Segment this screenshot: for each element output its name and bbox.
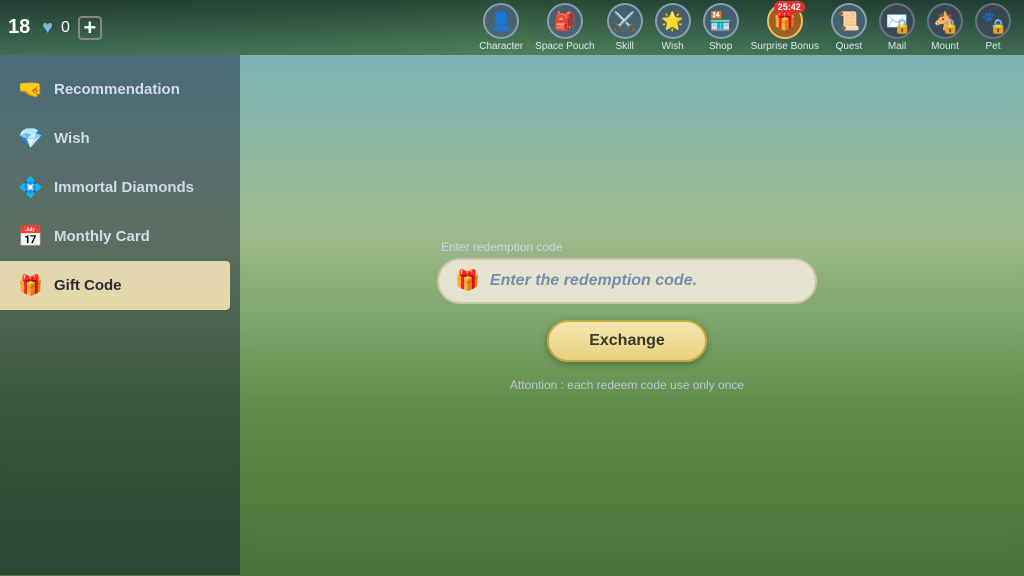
sidebar-item-immortal-diamonds[interactable]: 💠 Immortal Diamonds [0, 163, 230, 212]
main-content-area: Enter redemption code 🎁 Exchange Attonti… [230, 55, 1024, 576]
quest-icon: 📜 [831, 3, 867, 39]
exchange-button[interactable]: Exchange [547, 320, 707, 362]
top-hud: 18 ♥ 0 + 👤 Character 🎒 Space Pouch ⚔️ Sk… [0, 0, 1024, 55]
gift-code-nav-icon: 🎁 [18, 273, 42, 298]
hud-wish-button[interactable]: 🌟 Wish [650, 1, 696, 54]
sidebar-item-wish[interactable]: 💎 Wish [0, 114, 230, 163]
redemption-code-label: Enter redemption code [441, 240, 562, 254]
immortal-diamonds-label: Immortal Diamonds [54, 179, 194, 196]
attention-notice: Attontion : each redeem code use only on… [510, 378, 744, 392]
hud-skill-button[interactable]: ⚔️ Skill [602, 1, 648, 54]
surprise-bonus-timer: 25:42 [774, 1, 805, 13]
wish-nav-label: Wish [54, 130, 90, 147]
pet-icon: 🐾 🔒 [975, 3, 1011, 39]
redemption-input-container: Enter redemption code 🎁 [437, 240, 817, 304]
skill-label: Skill [615, 41, 633, 52]
mount-label: Mount [931, 41, 959, 52]
player-level: 18 [8, 16, 30, 39]
mount-icon: 🐴 🔒 [927, 3, 963, 39]
pet-lock-icon: 🔒 [990, 18, 1007, 35]
hud-surprise-bonus-button[interactable]: 🎁 25:42 Surprise Bonus [746, 1, 824, 54]
recommendation-label: Recommendation [54, 81, 180, 98]
recommendation-icon: 🤜 [18, 77, 42, 102]
gift-input-icon: 🎁 [455, 268, 480, 293]
hud-space-pouch-button[interactable]: 🎒 Space Pouch [530, 1, 600, 54]
heart-count: 0 [61, 19, 70, 37]
shop-icon: 🏪 [703, 3, 739, 39]
quest-label: Quest [836, 41, 863, 52]
hud-mail-button[interactable]: ✉️ 🔒 Mail [874, 1, 920, 54]
hud-icon-bar: 👤 Character 🎒 Space Pouch ⚔️ Skill 🌟 Wis… [474, 1, 1016, 54]
monthly-card-icon: 📅 [18, 224, 42, 249]
mail-icon: ✉️ 🔒 [879, 3, 915, 39]
skill-icon: ⚔️ [607, 3, 643, 39]
hud-quest-button[interactable]: 📜 Quest [826, 1, 872, 54]
gift-code-nav-label: Gift Code [54, 277, 122, 294]
surprise-bonus-icon: 🎁 25:42 [767, 3, 803, 39]
character-icon: 👤 [483, 3, 519, 39]
mail-label: Mail [888, 41, 906, 52]
hud-shop-button[interactable]: 🏪 Shop [698, 1, 744, 54]
monthly-card-label: Monthly Card [54, 228, 150, 245]
mail-lock-icon: 🔒 [894, 18, 911, 35]
space-pouch-icon: 🎒 [547, 3, 583, 39]
gift-code-form: Enter redemption code 🎁 Exchange Attonti… [437, 240, 817, 392]
wish-nav-icon: 💎 [18, 126, 42, 151]
hud-mount-button[interactable]: 🐴 🔒 Mount [922, 1, 968, 54]
space-pouch-label: Space Pouch [535, 41, 595, 52]
wish-icon: 🌟 [655, 3, 691, 39]
hud-character-button[interactable]: 👤 Character [474, 1, 528, 54]
pet-label: Pet [985, 41, 1000, 52]
sidebar-item-monthly-card[interactable]: 📅 Monthly Card [0, 212, 230, 261]
sidebar-nav: 🤜 Recommendation 💎 Wish 💠 Immortal Diamo… [0, 55, 230, 320]
hud-pet-button[interactable]: 🐾 🔒 Pet [970, 1, 1016, 54]
character-label: Character [479, 41, 523, 52]
sidebar-item-gift-code[interactable]: 🎁 Gift Code [0, 261, 230, 310]
heart-icon: ♥ [42, 17, 53, 38]
sidebar-item-recommendation[interactable]: 🤜 Recommendation [0, 65, 230, 114]
immortal-diamonds-icon: 💠 [18, 175, 42, 200]
add-hearts-button[interactable]: + [78, 16, 102, 40]
redemption-code-input[interactable] [490, 272, 799, 290]
redemption-code-input-wrapper[interactable]: 🎁 [437, 258, 817, 304]
mount-lock-icon: 🔒 [942, 18, 959, 35]
shop-label: Shop [709, 41, 732, 52]
wish-label: Wish [662, 41, 684, 52]
surprise-bonus-label: Surprise Bonus [751, 41, 819, 52]
